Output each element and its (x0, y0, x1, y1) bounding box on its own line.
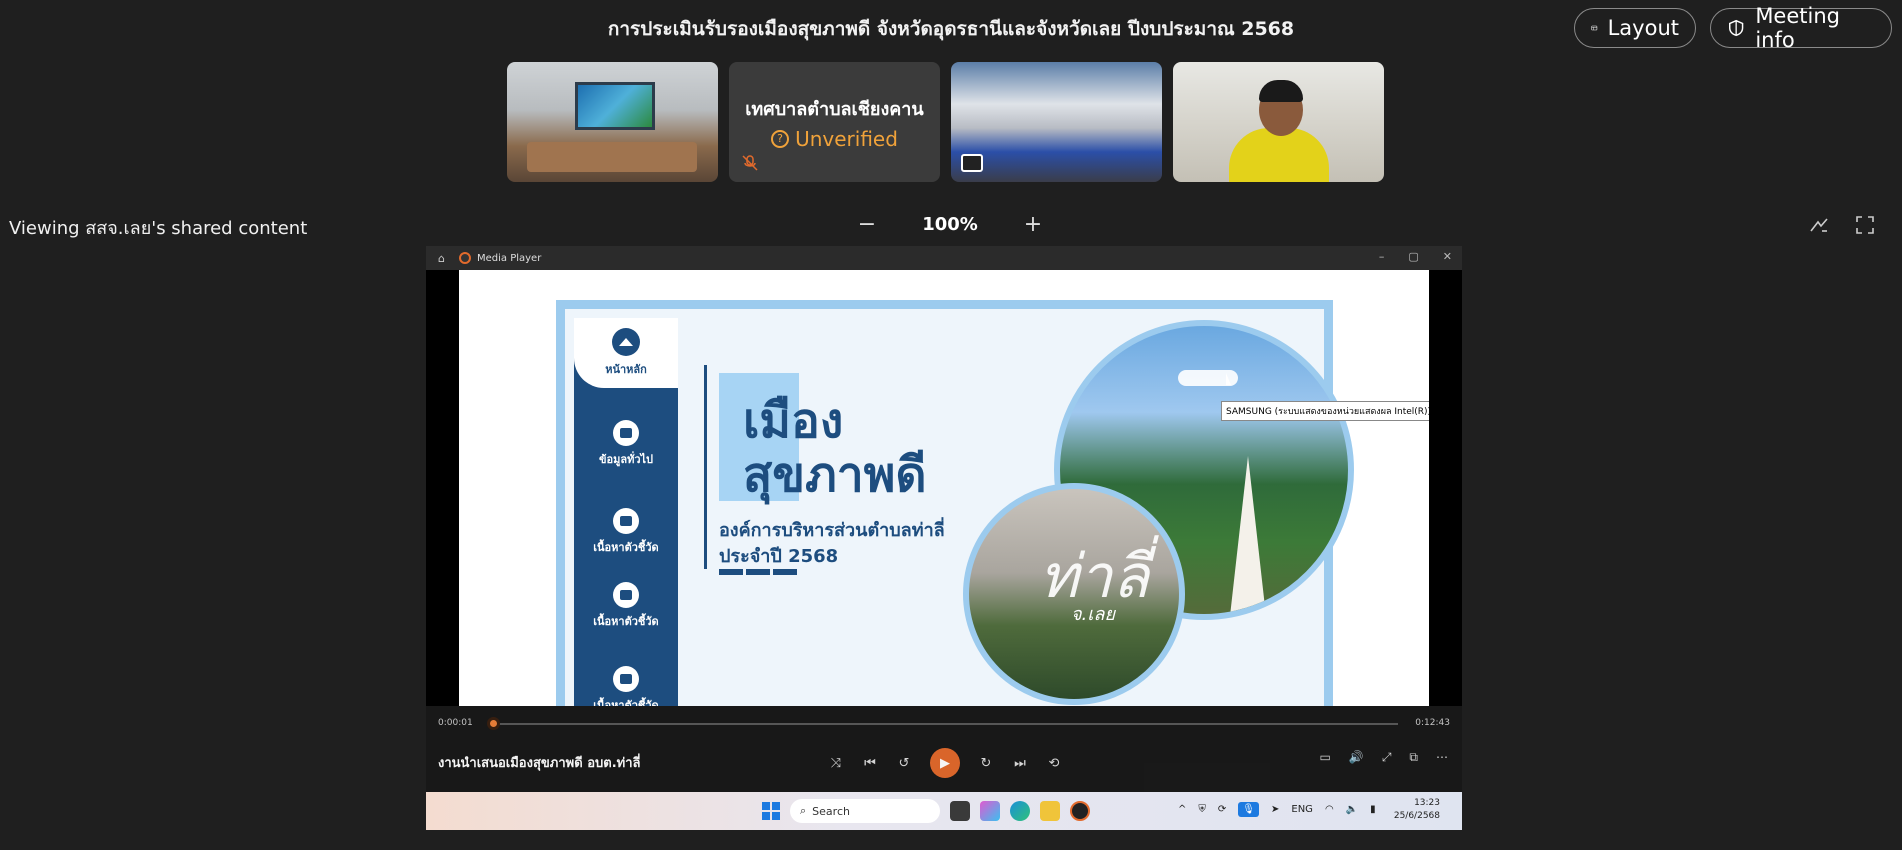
minimize-icon[interactable]: – (1379, 250, 1385, 263)
slide-heading-line2: สุขภาพดี (743, 447, 927, 503)
miniplayer-icon[interactable]: ⧉ (1409, 750, 1418, 765)
task-view-icon[interactable] (950, 801, 970, 821)
slide-nav-home[interactable]: หน้าหลัก (574, 318, 678, 388)
repeat-icon[interactable]: ⟲ (1046, 756, 1062, 771)
zoom-controls: − 100% + (855, 212, 1045, 237)
windows-taskbar: ⌕ Search ^ ⛨ ⟳ 🎙 ➤ ENG ◠ 🔈 ▮ 13:23 25/6/… (426, 792, 1462, 830)
id-card-icon (613, 420, 639, 446)
mouse-cursor (1226, 373, 1231, 385)
display-tooltip: SAMSUNG (ระบบแสดงของหน่วยแสดงผล Intel(R)… (1221, 401, 1429, 421)
current-time: 0:00:01 (438, 718, 473, 728)
participant-tile-unverified[interactable]: เทศบาลตำบลเชียงคาน ? Unverified (729, 62, 940, 182)
meeting-topbar: การประเมินรับรองเมืองสุขภาพดี จังหวัดอุด… (0, 0, 1902, 56)
participant-name: เทศบาลตำบลเชียงคาน (745, 98, 924, 120)
media-player-taskbar-icon[interactable] (1070, 801, 1090, 821)
rewind-icon[interactable]: ↺ (896, 756, 912, 771)
sync-icon[interactable]: ⟳ (1218, 804, 1226, 815)
fullscreen-icon[interactable]: ⤢ (1382, 750, 1392, 765)
participant-tile[interactable] (1173, 62, 1384, 182)
battery-icon[interactable]: ▮ (1370, 804, 1376, 815)
unverified-status: ? Unverified (771, 127, 898, 151)
participant-strip: เทศบาลตำบลเชียงคาน ? Unverified (507, 62, 1384, 182)
meeting-info-button-label: Meeting info (1755, 4, 1840, 52)
file-explorer-icon[interactable] (1040, 801, 1060, 821)
slide-nav: หน้าหลัก ข้อมูลทั่วไป เนื้อหาตัวชี้วัด เ… (574, 318, 678, 706)
microphone-icon[interactable]: 🎙 (1238, 802, 1259, 817)
language-indicator[interactable]: ENG (1291, 804, 1313, 815)
forward-icon[interactable]: ↻ (978, 756, 994, 771)
slide-nav-item[interactable]: เนื้อหาตัวชี้วัด (574, 666, 678, 706)
search-icon: ⌕ (800, 804, 807, 817)
screen-share-icon (961, 154, 983, 172)
presentation-slide: หน้าหลัก ข้อมูลทั่วไป เนื้อหาตัวชี้วัด เ… (459, 270, 1429, 706)
question-icon: ? (771, 129, 790, 148)
briefcase-icon (613, 582, 639, 608)
shuffle-icon[interactable]: ⤨ (828, 756, 844, 771)
video-feed (575, 82, 655, 130)
mic-off-icon (742, 155, 758, 171)
media-name: งานนำเสนอเมืองสุขภาพดี อบต.ท่าลี่ (438, 756, 641, 771)
play-button[interactable]: ▶ (930, 748, 960, 778)
subtitles-icon[interactable]: ▭ (1320, 750, 1331, 765)
shared-screen: ⌂ Media Player – ▢ ✕ หน้าหลัก ข้อมูลทั่ว… (426, 246, 1462, 830)
chevron-up-icon[interactable]: ^ (1178, 804, 1186, 815)
taskbar-clock[interactable]: 13:23 25/6/2568 (1394, 797, 1440, 823)
total-time: 0:12:43 (1415, 718, 1450, 728)
wifi-icon[interactable]: ◠ (1325, 804, 1334, 815)
layout-button-label: Layout (1607, 16, 1679, 40)
home-icon (612, 328, 640, 356)
landscape-photo: ท่าลี่ จ.เลย (963, 483, 1185, 705)
slide-nav-item[interactable]: ข้อมูลทั่วไป (574, 420, 678, 468)
security-icon[interactable]: ⛨ (1198, 804, 1206, 815)
speaker-icon[interactable]: 🔈 (1346, 804, 1358, 815)
previous-icon[interactable]: ⏮ (862, 756, 878, 771)
zoom-level: 100% (922, 213, 978, 235)
viewing-shared-content-label: Viewing สสจ.เลย's shared content (9, 218, 308, 239)
location-icon[interactable]: ➤ (1271, 804, 1279, 815)
meeting-info-button[interactable]: Meeting info (1710, 4, 1892, 52)
fullscreen-icon[interactable] (1854, 214, 1876, 236)
annotate-icon[interactable] (1808, 214, 1830, 236)
maximize-icon[interactable]: ▢ (1408, 250, 1418, 263)
participant-tile[interactable] (951, 62, 1162, 182)
windows-start-icon[interactable] (762, 802, 780, 820)
unverified-label: Unverified (795, 126, 898, 151)
slide-year: ประจำปี 2568 (719, 546, 839, 567)
close-icon[interactable]: ✕ (1443, 250, 1452, 263)
slide-nav-item[interactable]: เนื้อหาตัวชี้วัด (574, 582, 678, 630)
layout-button[interactable]: Layout (1574, 8, 1696, 48)
copilot-icon[interactable] (980, 801, 1000, 821)
next-icon[interactable]: ⏭ (1012, 756, 1028, 771)
photo-subcaption: จ.เลย (1071, 604, 1115, 625)
participant-tile[interactable] (507, 62, 718, 182)
slide-org-name: องค์การบริหารส่วนตำบลท่าลี่ (719, 520, 945, 541)
media-player-icon (458, 252, 471, 264)
zoom-out-button[interactable]: − (855, 212, 879, 237)
media-player-title: Media Player (476, 252, 542, 264)
edge-icon[interactable] (1010, 801, 1030, 821)
zoom-in-button[interactable]: + (1021, 212, 1045, 237)
media-player-titlebar: ⌂ Media Player – ▢ ✕ (426, 246, 1462, 270)
shield-icon (1729, 19, 1744, 37)
home-icon[interactable]: ⌂ (438, 252, 445, 265)
briefcase-icon (613, 508, 639, 534)
layout-icon (1591, 25, 1598, 31)
seek-bar[interactable] (492, 723, 1398, 725)
more-icon[interactable]: ⋯ (1436, 750, 1448, 765)
briefcase-icon (613, 666, 639, 692)
seek-handle[interactable] (487, 717, 501, 730)
volume-icon[interactable]: 🔊 (1349, 750, 1364, 765)
taskbar-search[interactable]: ⌕ Search (790, 799, 940, 823)
slide-nav-item[interactable]: เนื้อหาตัวชี้วัด (574, 508, 678, 556)
